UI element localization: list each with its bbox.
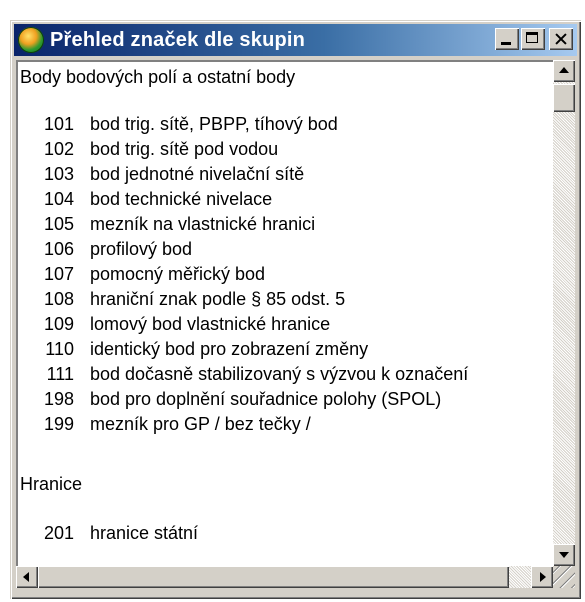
symbol-description: lomový bod vlastnické hranice	[90, 314, 331, 334]
list-item[interactable]: 104 bod technické nivelace	[18, 187, 553, 212]
resize-grip-icon[interactable]	[553, 566, 575, 588]
symbol-code: 107	[43, 264, 74, 284]
symbol-code: 105	[43, 214, 74, 234]
list-item[interactable]: 198 bod pro doplnění souřadnice polohy (S…	[18, 387, 553, 412]
symbol-code: 109	[43, 314, 74, 334]
list-item[interactable]: 107 pomocný měřický bod	[18, 262, 553, 287]
list-item[interactable]: 108 hraniční znak podle § 85 odst. 5	[18, 287, 553, 312]
symbol-code: 102	[43, 139, 74, 159]
close-icon	[549, 28, 573, 50]
horizontal-scroll-thumb[interactable]	[38, 566, 509, 588]
list-item[interactable]: 106 profilový bod	[18, 237, 553, 262]
symbol-description: bod trig. sítě, PBPP, tíhový bod	[90, 114, 338, 134]
list-item[interactable]: 101 bod trig. sítě, PBPP, tíhový bod	[18, 112, 553, 137]
symbol-code: 111	[46, 364, 74, 384]
symbol-list: Body bodových polí a ostatní body 101 bod…	[18, 62, 553, 546]
symbol-list-view[interactable]: Body bodových polí a ostatní body 101 bod…	[16, 60, 553, 566]
symbol-description: bod jednotné nivelační sítě	[90, 164, 305, 184]
window-title: Přehled značek dle skupin	[50, 28, 306, 51]
symbol-description: hranice státní	[90, 523, 199, 543]
symbol-description: mezník na vlastnické hranici	[90, 214, 316, 234]
symbol-description: profilový bod	[90, 239, 193, 259]
symbol-code: 103	[43, 164, 74, 184]
symbol-description: bod technické nivelace	[90, 189, 273, 209]
maximize-icon	[526, 32, 538, 43]
symbol-description: mezník pro GP / bez tečky /	[90, 414, 311, 434]
minimize-button[interactable]	[495, 28, 519, 50]
scroll-up-button[interactable]	[553, 60, 575, 82]
minimize-icon	[501, 42, 511, 45]
arrow-up-icon	[559, 67, 569, 73]
symbol-overview-window: Přehled značek dle skupin Body bodových …	[10, 20, 581, 599]
list-item[interactable]: 110 identický bod pro zobrazení změny	[18, 337, 553, 362]
symbol-code: 199	[43, 414, 74, 434]
horizontal-scrollbar[interactable]	[16, 566, 553, 588]
scroll-right-button[interactable]	[531, 566, 553, 588]
arrow-down-icon	[559, 552, 569, 558]
window-controls	[495, 28, 573, 50]
symbol-description: bod dočasně stabilizovaný s výzvou k ozn…	[90, 364, 469, 384]
maximize-button[interactable]	[521, 28, 545, 50]
list-item[interactable]: 109 lomový bod vlastnické hranice	[18, 312, 553, 337]
vertical-scrollbar[interactable]	[553, 60, 575, 566]
group-title-boundaries: Hranice	[20, 474, 83, 494]
symbol-code: 106	[43, 239, 74, 259]
symbol-description: bod trig. sítě pod vodou	[90, 139, 279, 159]
list-item[interactable]: 105 mezník na vlastnické hranici	[18, 212, 553, 237]
group-title-points: Body bodových polí a ostatní body	[20, 67, 296, 87]
symbol-code: 201	[43, 523, 74, 543]
symbol-code: 108	[43, 289, 74, 309]
vertical-scroll-thumb[interactable]	[553, 84, 575, 112]
symbol-code: 101	[43, 114, 74, 134]
list-item[interactable]: 103 bod jednotné nivelační sítě	[18, 162, 553, 187]
arrow-left-icon	[23, 572, 29, 582]
symbol-code: 198	[43, 389, 74, 409]
app-globe-icon[interactable]	[18, 27, 44, 53]
symbol-description: identický bod pro zobrazení změny	[90, 339, 369, 359]
list-item[interactable]: 199 mezník pro GP / bez tečky /	[18, 412, 553, 437]
list-item[interactable]: 201 hranice státní	[18, 521, 553, 546]
list-item[interactable]: 102 bod trig. sítě pod vodou	[18, 137, 553, 162]
symbol-description: bod pro doplnění souřadnice polohy (SPOL…	[90, 389, 442, 409]
scroll-left-button[interactable]	[16, 566, 38, 588]
symbol-code: 110	[45, 339, 74, 359]
symbol-description: pomocný měřický bod	[90, 264, 266, 284]
list-item[interactable]: 111 bod dočasně stabilizovaný s výzvou k …	[18, 362, 553, 387]
symbol-description: hraniční znak podle § 85 odst. 5	[90, 289, 346, 309]
title-bar[interactable]: Přehled značek dle skupin	[14, 24, 577, 56]
arrow-right-icon	[540, 572, 546, 582]
symbol-code: 104	[43, 189, 74, 209]
close-button[interactable]	[549, 28, 573, 50]
scroll-down-button[interactable]	[553, 544, 575, 566]
